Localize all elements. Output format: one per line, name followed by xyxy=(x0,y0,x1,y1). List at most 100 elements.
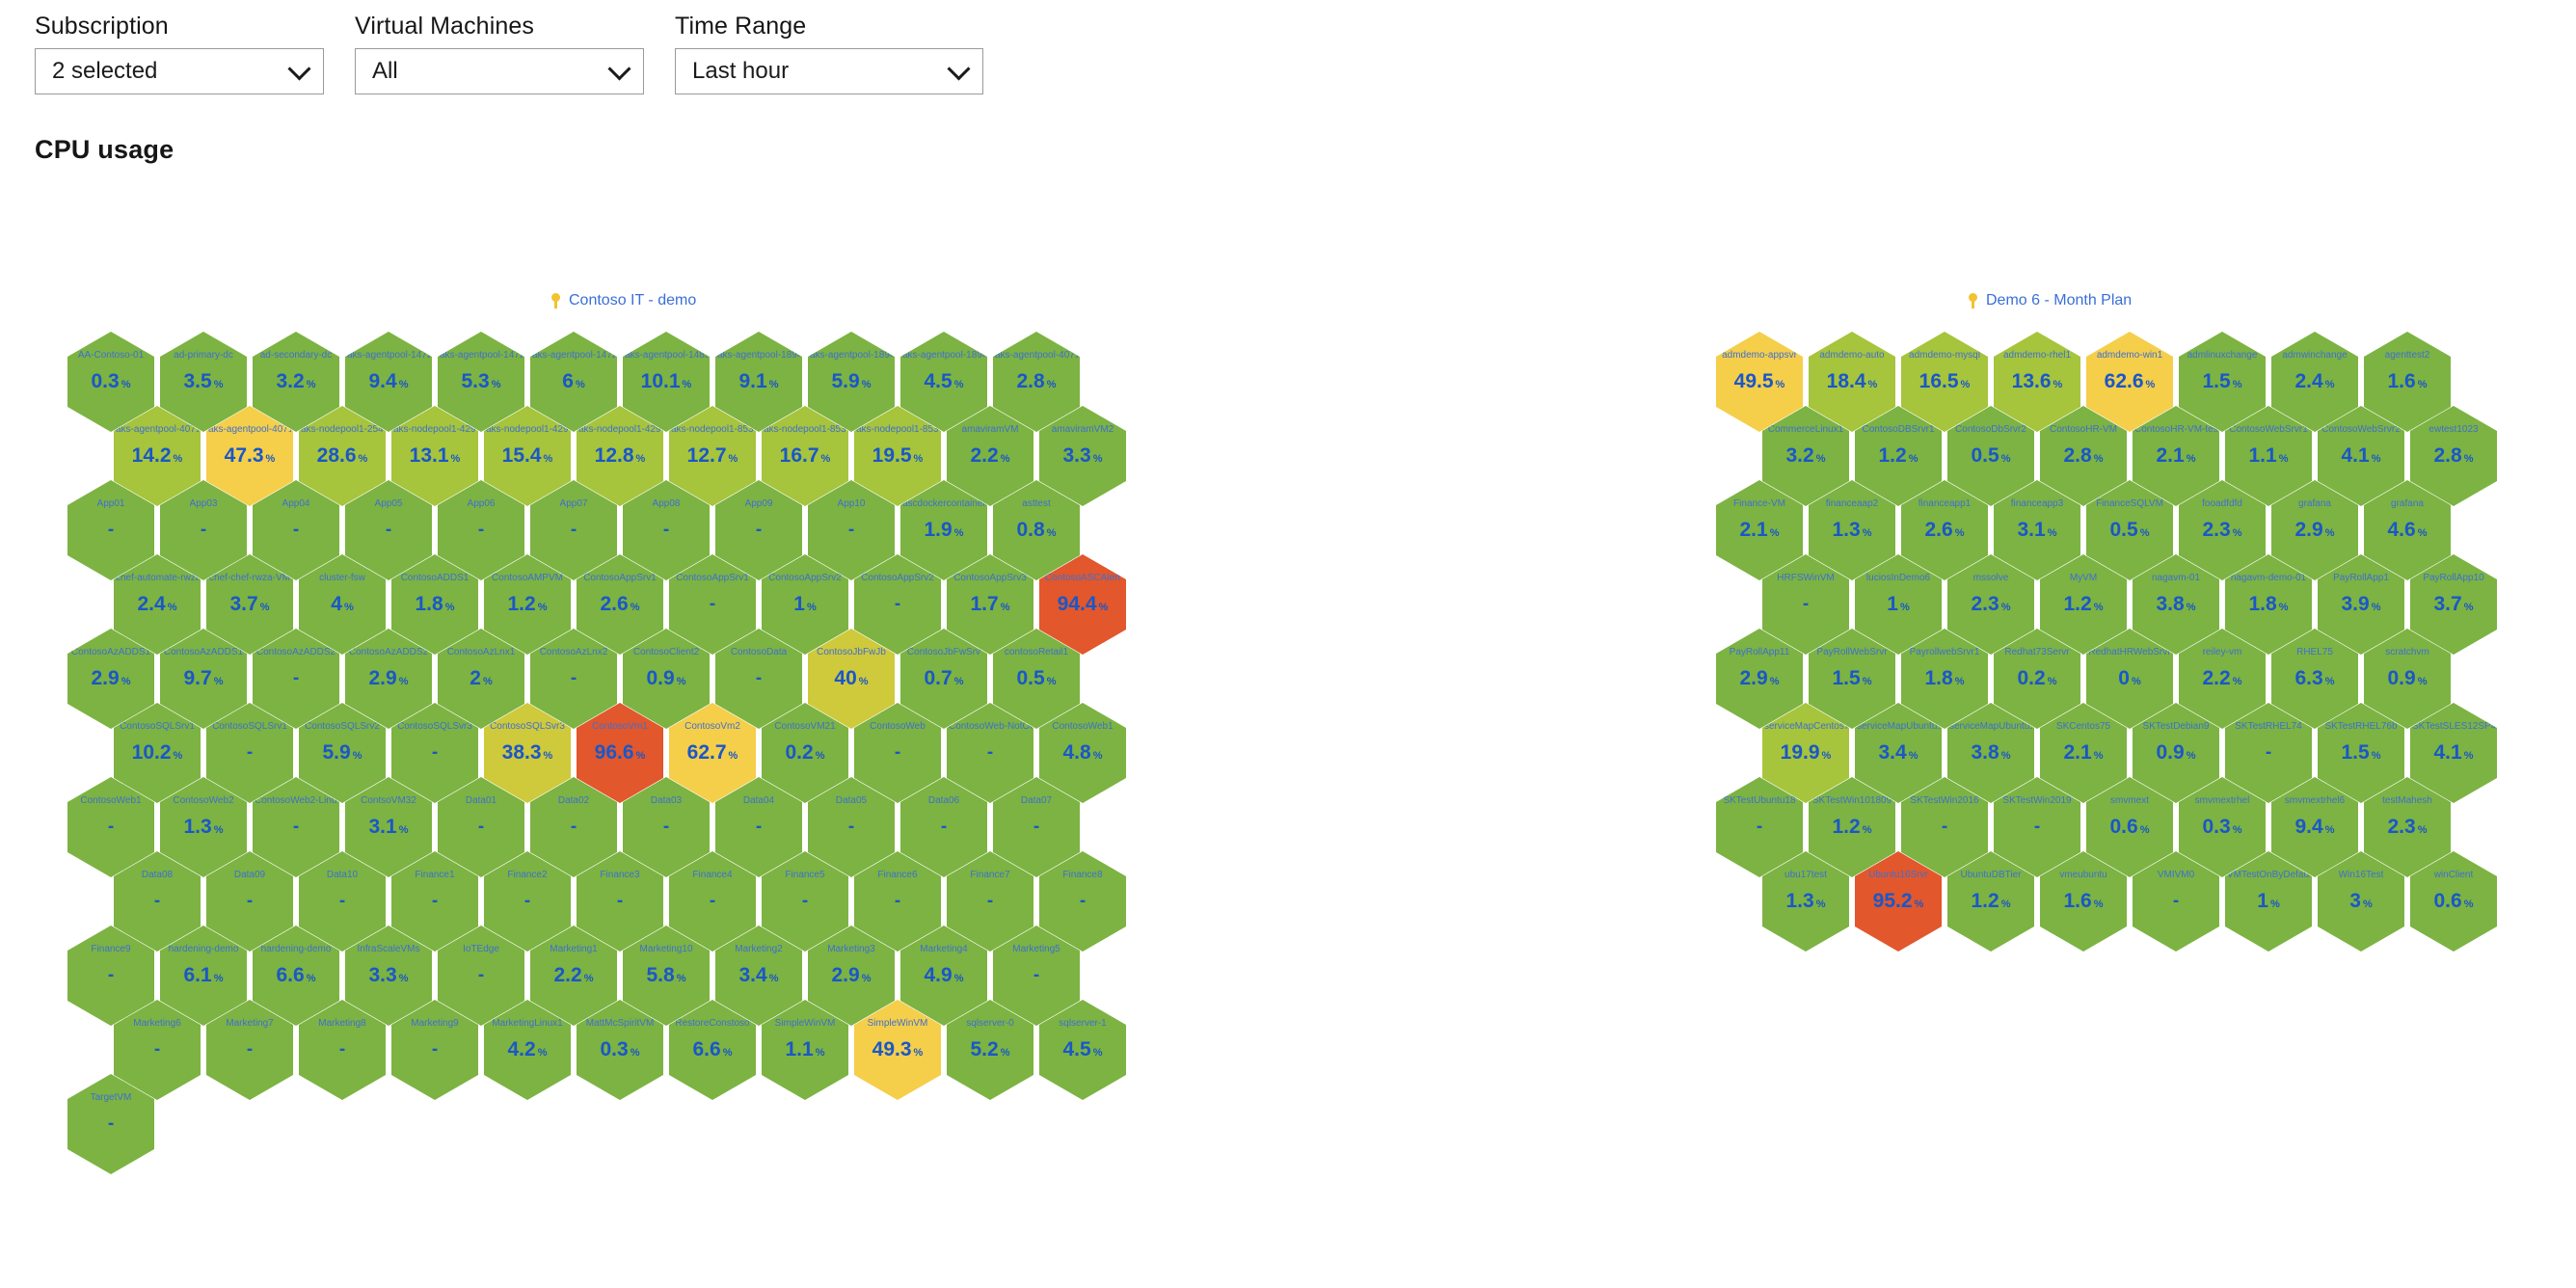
hex-cell-value: 4.6% xyxy=(2387,519,2428,541)
hex-cell-name: fooadfdfd xyxy=(2202,498,2242,509)
group-header: Contoso IT - demo xyxy=(67,289,1186,312)
hex-cell-value: - xyxy=(894,891,901,911)
hex-cell-value: 0.9% xyxy=(2156,741,2196,764)
hex-cell-name: ContosoAzADDS2 xyxy=(348,647,429,657)
hex-cell-name: ContosoWeb1 xyxy=(80,795,142,806)
hex-cell-name: Data02 xyxy=(557,795,590,806)
hex-cell-name: chef-automate-rwza- xyxy=(116,573,199,583)
hex-cell-value: 2% xyxy=(470,667,493,689)
subscription-value: 2 selected xyxy=(52,58,158,84)
hex-cell-name: Finance2 xyxy=(507,870,548,880)
hex-cell-name: amaviramVM xyxy=(961,424,1019,435)
hex-cell-value: - xyxy=(107,817,115,837)
hex-cell-value: 0.2% xyxy=(785,741,825,764)
hex-cell-value: 2.9% xyxy=(1739,667,1780,689)
hex-cell-value: 0.9% xyxy=(2387,667,2428,689)
hex-grid-group: Contoso IT - demo AA-Contoso-01 0.3% ad-pr… xyxy=(67,289,1186,1174)
hex-cell-value: - xyxy=(755,520,763,540)
hex-cell-value: 2.1% xyxy=(2063,741,2104,764)
hex-cell-name: UbuntuDBTier xyxy=(1960,870,2022,880)
hex-cell-value: - xyxy=(1033,965,1040,985)
hex-cell-value: - xyxy=(894,594,901,614)
hex-cell-name: hardening-demo xyxy=(260,944,332,954)
hex-cell-name: aks-agentpool-14727 xyxy=(347,350,430,361)
hex-cell-name: aks-agentpool-40719 xyxy=(995,350,1078,361)
hex-cell-name: ContosoAppSrv2 xyxy=(768,573,842,583)
hex-cell-value: 1% xyxy=(793,593,817,615)
subscription-dropdown[interactable]: 2 selected xyxy=(35,48,324,94)
hex-cell-name: App10 xyxy=(837,498,866,509)
hex-cell-value: - xyxy=(1941,817,1948,837)
timerange-value: Last hour xyxy=(692,58,790,84)
hex-cell-name: aks-nodepool1-85385 xyxy=(764,424,846,435)
hex-cell-value: 1.3% xyxy=(1785,890,1826,912)
hex-cell-value: 0.2% xyxy=(2017,667,2057,689)
hex-cell-value: 0.5% xyxy=(1971,444,2011,467)
key-icon xyxy=(1967,293,1979,309)
hex-cell-value: 3.5% xyxy=(183,370,224,392)
hex-cell-value: 4% xyxy=(331,593,354,615)
vms-dropdown[interactable]: All xyxy=(355,48,644,94)
hex-cell-value: 1.3% xyxy=(1832,519,1872,541)
hex-cell-value: 0.9% xyxy=(646,667,686,689)
hex-cell-value: 3.1% xyxy=(2017,519,2057,541)
hex-cell-name: ContosoWeb1 xyxy=(1052,721,1114,732)
hex-cell-name: CommerceLinux1 xyxy=(1767,424,1844,435)
hex-cell-value: 1.2% xyxy=(1878,444,1919,467)
hex-cell-value: 0.3% xyxy=(2202,816,2242,838)
hex-cell-name: ContosoAppSrv1 xyxy=(676,573,749,583)
filter-virtual-machines: Virtual Machines All xyxy=(355,12,644,94)
hex-cell-value: 28.6% xyxy=(316,444,368,467)
hex-cell-name: admdemo-appsvr xyxy=(1722,350,1797,361)
hex-cell-name: VMTestOnByDefault xyxy=(2227,870,2310,880)
hex-cell-name: ContosoSQLSrv2 xyxy=(305,721,380,732)
group-name: Contoso IT - demo xyxy=(569,292,697,309)
hex-cell-value: - xyxy=(709,594,716,614)
hex-cell-value: - xyxy=(847,520,855,540)
hex-cell-name: aks-nodepool1-42917 xyxy=(393,424,476,435)
hex-cell-value: - xyxy=(570,520,577,540)
hex-cell-value: - xyxy=(986,891,994,911)
hex-cell-value: 2.4% xyxy=(2294,370,2335,392)
hex-cell-value: - xyxy=(431,891,439,911)
hex-cell-value: - xyxy=(1079,891,1087,911)
hex-cell-name: App04 xyxy=(282,498,310,509)
hex-cell-value: - xyxy=(1756,817,1763,837)
hex-cell-value: - xyxy=(431,742,439,763)
hex-cell-name: sqlserver-1 xyxy=(1059,1018,1107,1029)
hex-cell-value: 1.6% xyxy=(2063,890,2104,912)
hex-cell-value: - xyxy=(755,817,763,837)
hex-cell-value: 9.4% xyxy=(2294,816,2335,838)
hex-cell-value: 3.1% xyxy=(368,816,409,838)
hex-cell-value: 2.1% xyxy=(2156,444,2196,467)
hex-cell-name: hardening-demo xyxy=(168,944,239,954)
hex-cell-name: MarketingLinux1 xyxy=(492,1018,563,1029)
hex-cell-name: ContosoWebSrvr2 xyxy=(2321,424,2401,435)
hex-cell-value: - xyxy=(246,891,254,911)
hex-cell-name: SKTestSLES12SP4 xyxy=(2412,721,2495,732)
hex-cell-name: SKTestWin2016 xyxy=(1910,795,1979,806)
hex-cell-value: - xyxy=(107,965,115,985)
chevron-down-icon xyxy=(947,57,971,81)
hex-cell-name: admdemo-auto xyxy=(1819,350,1885,361)
hex-cell-value: 9.4% xyxy=(368,370,409,392)
hex-cell-name: Finance-VM xyxy=(1733,498,1785,509)
hex-cell-value: 2.8% xyxy=(2063,444,2104,467)
hex-cell-name: ContosoAzLnx1 xyxy=(446,647,516,657)
hex-cell-name: admdemo-mysql xyxy=(1909,350,1980,361)
hex-cell-value: 2.2% xyxy=(553,964,594,986)
hex-cell-value: 2.3% xyxy=(1971,593,2011,615)
hex-cell-value: - xyxy=(477,965,485,985)
hex-cell-name: amaviramVM2 xyxy=(1051,424,1114,435)
hex-cell-value: 1.2% xyxy=(507,593,548,615)
hex-cell-name: financeapp3 xyxy=(2010,498,2064,509)
hex-cell-value: 2.8% xyxy=(1016,370,1057,392)
hex-cell-value: 1.5% xyxy=(1832,667,1872,689)
hex-cell-name: App05 xyxy=(374,498,403,509)
hex-cell-name: ContosoData xyxy=(730,647,788,657)
timerange-dropdown[interactable]: Last hour xyxy=(675,48,983,94)
subscription-label: Subscription xyxy=(35,13,169,40)
hex-cell-value: - xyxy=(986,742,994,763)
hex-cell-value: 10.1% xyxy=(640,370,692,392)
hex-cell-value: - xyxy=(523,891,531,911)
